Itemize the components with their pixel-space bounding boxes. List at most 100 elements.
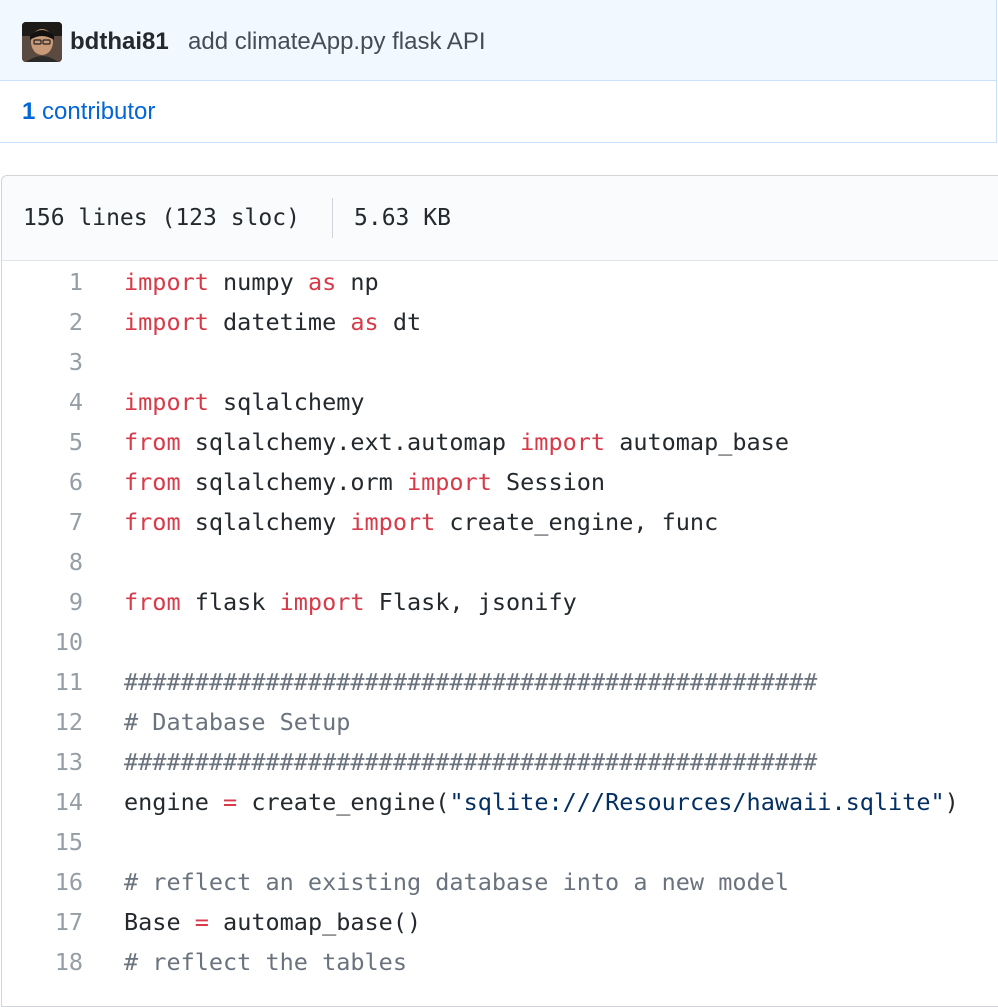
code-token: create_engine( xyxy=(237,788,450,816)
code-token: sqlalchemy.ext.automap xyxy=(180,428,521,456)
contributors-bar: 1 contributor xyxy=(0,81,997,143)
code-line: 14 engine = create_engine("sqlite:///Reso… xyxy=(2,782,998,822)
line-number[interactable]: 3 xyxy=(2,342,83,382)
contributor-count[interactable]: 1 xyxy=(22,97,35,127)
code-token: import xyxy=(124,268,209,296)
code-token: numpy xyxy=(208,268,308,296)
code-token: from xyxy=(124,428,181,456)
code-token: = xyxy=(194,908,209,936)
line-number[interactable]: 8 xyxy=(2,542,83,582)
code-token: # reflect the tables xyxy=(124,948,407,976)
line-number[interactable]: 6 xyxy=(2,462,83,502)
line-source: Base = automap_base() xyxy=(124,902,421,942)
code-line: 12 # Database Setup xyxy=(2,702,998,742)
line-number[interactable]: 12 xyxy=(2,702,83,742)
code-token: import xyxy=(124,308,209,336)
line-source: ########################################… xyxy=(124,742,817,782)
code-token: import xyxy=(406,468,492,496)
commit-message-link[interactable]: add climateApp.py flask API xyxy=(188,27,486,57)
author-avatar[interactable] xyxy=(22,22,62,62)
code-token: automap_base xyxy=(605,428,789,456)
line-number[interactable]: 16 xyxy=(2,862,83,902)
line-source: import numpy as np xyxy=(124,262,379,302)
code-token: = xyxy=(223,788,238,816)
code-token: import xyxy=(350,508,436,536)
code-token: create_engine, func xyxy=(435,508,719,536)
code-token: sqlalchemy xyxy=(208,388,365,416)
code-token: import xyxy=(124,388,209,416)
code-line: 9 from flask import Flask, jsonify xyxy=(2,582,998,622)
code-token: import xyxy=(279,588,365,616)
code-line: 6 from sqlalchemy.orm import Session xyxy=(2,462,998,502)
code-line: 13 ######################################… xyxy=(2,742,998,782)
line-source: # Database Setup xyxy=(124,702,350,742)
avatar-image-icon xyxy=(22,22,62,62)
code-line: 10 xyxy=(2,622,998,662)
code-token: flask xyxy=(180,588,280,616)
code-line: 17 Base = automap_base() xyxy=(2,902,998,942)
line-source: from sqlalchemy import create_engine, fu… xyxy=(124,502,718,542)
line-number[interactable]: 10 xyxy=(2,622,83,662)
line-number[interactable]: 14 xyxy=(2,782,83,822)
line-number[interactable]: 13 xyxy=(2,742,83,782)
line-number[interactable]: 1 xyxy=(2,262,83,302)
code-token: engine xyxy=(124,788,224,816)
code-token: datetime xyxy=(208,308,351,336)
line-number[interactable]: 4 xyxy=(2,382,83,422)
code-line: 11 ######################################… xyxy=(2,662,998,702)
code-token: Base xyxy=(124,908,195,936)
code-token: from xyxy=(124,508,181,536)
code-line: 15 xyxy=(2,822,998,862)
code-token: sqlalchemy xyxy=(180,508,351,536)
file-header: 156 lines (123 sloc) 5.63 KB xyxy=(2,176,998,261)
line-source: # reflect the tables xyxy=(124,942,407,982)
file-box: 156 lines (123 sloc) 5.63 KB 1 import num… xyxy=(1,175,998,1007)
code-line: 3 xyxy=(2,342,998,382)
line-number[interactable]: 18 xyxy=(2,942,83,982)
code-token: # reflect an existing database into a ne… xyxy=(124,868,789,896)
line-source: import datetime as dt xyxy=(124,302,421,342)
code-token: as xyxy=(350,308,379,336)
code-token: ########################################… xyxy=(124,748,818,776)
commit-author-link[interactable]: bdthai81 xyxy=(70,27,169,57)
code-line: 8 xyxy=(2,542,998,582)
line-number[interactable]: 11 xyxy=(2,662,83,702)
line-number[interactable]: 2 xyxy=(2,302,83,342)
code-token: # Database Setup xyxy=(124,708,351,736)
line-source: engine = create_engine("sqlite:///Resour… xyxy=(124,782,959,822)
line-source: import sqlalchemy xyxy=(124,382,365,422)
line-source: ########################################… xyxy=(124,662,817,702)
line-number[interactable]: 5 xyxy=(2,422,83,462)
line-number[interactable]: 17 xyxy=(2,902,83,942)
code-token: from xyxy=(124,468,181,496)
code-token: import xyxy=(520,428,606,456)
file-line-count: 156 lines (123 sloc) xyxy=(23,205,300,231)
line-number[interactable]: 9 xyxy=(2,582,83,622)
code-token: automap_base() xyxy=(208,908,422,936)
code-line: 16 # reflect an existing database into a … xyxy=(2,862,998,902)
code-token: "sqlite:///Resources/hawaii.sqlite" xyxy=(449,788,945,816)
commit-bar: bdthai81 add climateApp.py flask API xyxy=(0,0,997,81)
code-line: 5 from sqlalchemy.ext.automap import auto… xyxy=(2,422,998,462)
line-source: # reflect an existing database into a ne… xyxy=(124,862,789,902)
code-token: as xyxy=(307,268,337,296)
code-token: Flask, jsonify xyxy=(364,588,577,616)
contributor-label[interactable]: contributor xyxy=(42,97,155,127)
code-token: ########################################… xyxy=(124,668,818,696)
code-token: sqlalchemy.orm xyxy=(180,468,407,496)
code-token: from xyxy=(124,588,181,616)
code-token: dt xyxy=(378,308,422,336)
code-line: 1 import numpy as np xyxy=(2,262,998,302)
line-source: from flask import Flask, jsonify xyxy=(124,582,577,622)
code-line: 7 from sqlalchemy import create_engine, f… xyxy=(2,502,998,542)
code-line: 18 # reflect the tables xyxy=(2,942,998,982)
code-token: Session xyxy=(491,468,606,496)
code-token: np xyxy=(336,268,379,296)
line-source: from sqlalchemy.orm import Session xyxy=(124,462,605,502)
code-line: 2 import datetime as dt xyxy=(2,302,998,342)
line-source: from sqlalchemy.ext.automap import autom… xyxy=(124,422,789,462)
file-size: 5.63 KB xyxy=(354,205,451,231)
line-number[interactable]: 15 xyxy=(2,822,83,862)
line-number[interactable]: 7 xyxy=(2,502,83,542)
code-token: ) xyxy=(944,788,959,816)
